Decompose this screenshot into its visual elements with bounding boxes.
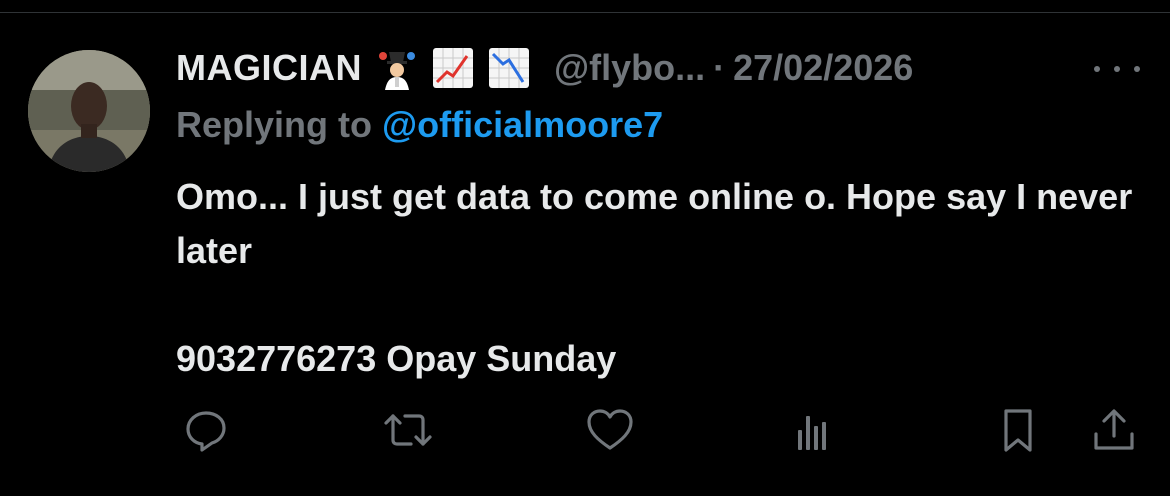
- chart-increasing-emoji: [430, 45, 476, 91]
- heart-icon: [587, 409, 633, 450]
- speech-bubble-icon: [186, 411, 226, 452]
- tweet-body-line: Omo... I just get data to come online o.…: [176, 176, 1133, 271]
- more-dot-icon: [1094, 66, 1100, 72]
- tweet-date[interactable]: 27/02/2026: [733, 47, 913, 89]
- share-upload-icon: [1094, 409, 1134, 450]
- name-emojis: [374, 45, 532, 91]
- tweet-header: MAGICIAN @flybo... · 27/02/2026: [176, 40, 913, 96]
- share-button[interactable]: [1084, 400, 1144, 460]
- replying-to: Replying to @officialmoore7: [176, 104, 663, 146]
- replying-to-label: Replying to: [176, 104, 382, 145]
- chart-decreasing-emoji: [486, 45, 532, 91]
- avatar[interactable]: [28, 50, 150, 172]
- views-button[interactable]: [782, 400, 842, 460]
- user-handle[interactable]: @flybo...: [554, 47, 705, 89]
- retweet-button[interactable]: [378, 400, 438, 460]
- more-dot-icon: [1134, 66, 1140, 72]
- bookmark-icon: [1004, 409, 1032, 452]
- tweet-body-line: 9032776273 Opay Sunday: [176, 338, 617, 379]
- more-dot-icon: [1114, 66, 1120, 72]
- reply-button[interactable]: [176, 400, 236, 460]
- top-divider: [0, 12, 1170, 13]
- display-name[interactable]: MAGICIAN: [176, 47, 362, 89]
- avatar-photo: [28, 50, 150, 172]
- juggling-person-emoji: [374, 45, 420, 91]
- tweet-body: Omo... I just get data to come online o.…: [176, 170, 1136, 386]
- more-options-button[interactable]: [1094, 56, 1140, 82]
- retweet-arrows-icon: [384, 414, 432, 446]
- replying-to-handle[interactable]: @officialmoore7: [382, 104, 663, 145]
- header-separator: ·: [713, 47, 726, 88]
- like-button[interactable]: [580, 400, 640, 460]
- bookmark-button[interactable]: [988, 400, 1048, 460]
- bar-chart-icon: [798, 416, 826, 450]
- action-bar: [0, 400, 1170, 460]
